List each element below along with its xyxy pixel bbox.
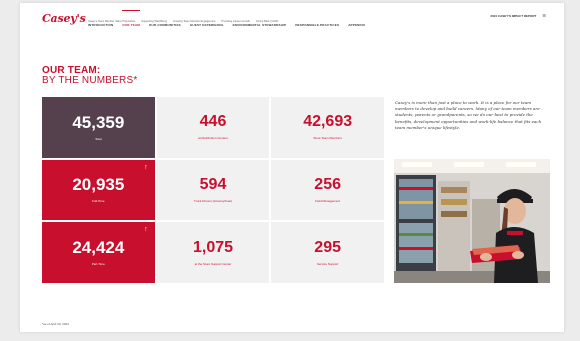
- stat-value: 1,075: [192, 238, 234, 256]
- stat-tile-full-time: ↑ 20,935 Full-Time: [42, 159, 155, 221]
- nav-item-label: RESPONSIBLE PRACTICES: [295, 23, 340, 27]
- nav-item-label: INTRODUCTION: [88, 23, 114, 27]
- sub-nav: Casey's Team Member Value Proposition Su…: [88, 20, 278, 23]
- stat-tile-total: 45,359 Total: [42, 97, 155, 158]
- stat-value: 256: [314, 175, 341, 193]
- arrow-up-icon: ↑: [144, 163, 148, 171]
- stats-grid: 45,359 Total 446 at Distribution Centers…: [42, 97, 384, 283]
- stat-value: 42,693: [303, 113, 353, 131]
- impact-report-link[interactable]: 2024 CASEY'S IMPACT REPORT: [490, 14, 536, 18]
- subnav-item-engagement[interactable]: Growing Team Member Engagement: [173, 20, 215, 23]
- stat-label: Full-Time: [92, 199, 105, 204]
- stat-label: Service Support: [316, 261, 339, 266]
- stat-label: Store Team Members: [313, 136, 342, 141]
- menu-icon[interactable]: ☰: [542, 13, 546, 18]
- stat-value: 594: [199, 175, 227, 193]
- subnav-item-well-being[interactable]: Supporting Well-Being: [141, 20, 167, 23]
- nav-right: 2024 CASEY'S IMPACT REPORT ☰: [490, 13, 546, 18]
- nav-item-appendix[interactable]: APPENDIX: [348, 13, 365, 31]
- footnote: *as of April 30, 2024: [42, 322, 69, 326]
- stat-value: 24,424: [72, 238, 125, 258]
- stat-tile-service-support: 295 Service Support: [271, 222, 384, 283]
- caseys-logo[interactable]: Casey's: [42, 12, 86, 25]
- stat-label: Truck Drivers (Grocery/Fuel): [194, 198, 232, 203]
- stat-label: Field Management: [315, 198, 341, 203]
- stat-tile-store-team: 42,693 Store Team Members: [271, 97, 384, 158]
- stat-value: 446: [199, 113, 227, 131]
- page-subtitle: BY THE NUMBERS*: [42, 75, 138, 86]
- stat-label: at the Store Support Center: [194, 261, 232, 266]
- nav-item-label: ENVIRONMENTAL STEWARDSHIP: [232, 23, 287, 27]
- subnav-item-value-proposition[interactable]: Casey's Team Member Value Proposition: [88, 20, 135, 23]
- stat-value: 45,359: [72, 112, 125, 132]
- team-member-photo: [394, 159, 550, 283]
- arrow-up-icon: ↑: [144, 226, 148, 234]
- stat-label: Part-Time: [91, 262, 105, 267]
- nav-item-label: OUR TEAM: [122, 23, 141, 27]
- stat-tile-store-support-center: 1,075 at the Store Support Center: [156, 222, 270, 283]
- nav-item-label: OUR COMMUNITIES: [149, 23, 181, 27]
- nav-item-label: APPENDIX: [348, 23, 366, 27]
- stat-tile-distribution-centers: 446 at Distribution Centers: [156, 97, 270, 158]
- stat-value: 295: [314, 238, 341, 256]
- subnav-item-career-growth[interactable]: Providing Career Growth: [221, 20, 250, 23]
- stat-tile-field-management: 256 Field Management: [271, 159, 384, 221]
- stat-label: at Distribution Centers: [198, 136, 228, 141]
- nav-item-responsible-practices[interactable]: RESPONSIBLE PRACTICES: [295, 13, 339, 31]
- subnav-item-giving-back[interactable]: Giving Back (CHIP): [256, 20, 278, 23]
- nav-item-label: GUEST EXPERIENCE: [189, 23, 224, 27]
- report-page: Casey's INTRODUCTION OUR TEAM OUR COMMUN…: [20, 3, 564, 332]
- stat-label: Total: [95, 136, 102, 141]
- stat-value: 20,935: [72, 175, 125, 195]
- stat-tile-part-time: ↑ 24,424 Part-Time: [42, 222, 155, 283]
- intro-paragraph: Casey's is more than just a place to wor…: [395, 100, 542, 130]
- stat-tile-truck-drivers: 594 Truck Drivers (Grocery/Fuel): [156, 159, 270, 221]
